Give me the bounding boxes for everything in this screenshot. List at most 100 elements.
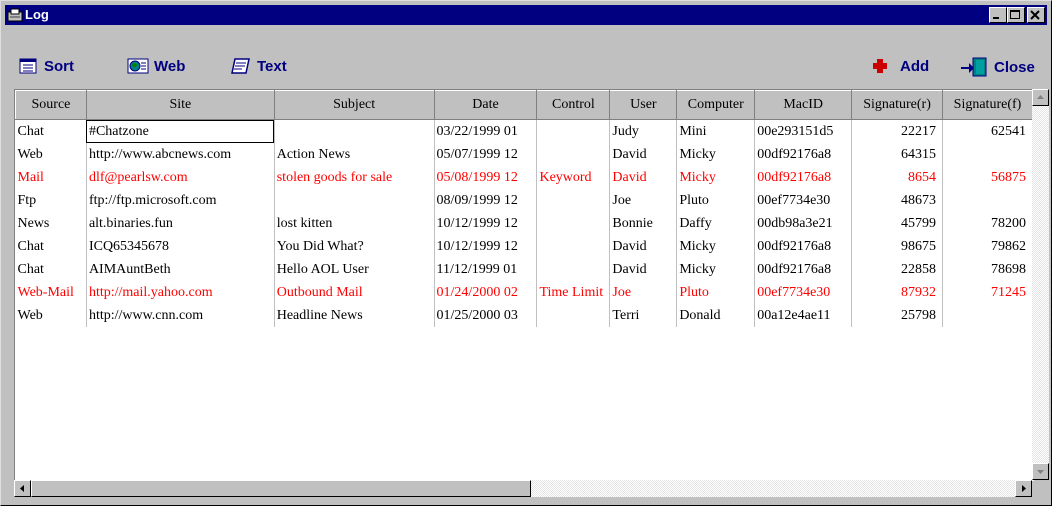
cell-subject[interactable]: You Did What? (274, 235, 435, 258)
cell-site[interactable]: #Chatzone (86, 119, 275, 143)
cell-date[interactable]: 10/12/1999 12 (434, 235, 538, 258)
column-header-signature-f[interactable]: Signature(f) (942, 90, 1033, 120)
cell-computer[interactable]: Donald (676, 304, 756, 327)
cell-user[interactable]: Terri (609, 304, 678, 327)
cell-control[interactable] (536, 119, 611, 143)
scroll-left-button[interactable] (14, 480, 31, 497)
cell-computer[interactable]: Daffy (676, 212, 756, 235)
cell-user[interactable]: David (609, 235, 678, 258)
table-row[interactable]: News alt.binaries.fun lost kitten 10/12/199… (15, 212, 1033, 235)
cell-computer[interactable]: Pluto (676, 189, 756, 212)
cell-subject[interactable]: Outbound Mail (274, 281, 435, 304)
table-row[interactable]: Web-Mail http://mail.yahoo.com Outbound Ma… (15, 281, 1033, 304)
cell-signature-f[interactable] (942, 189, 1033, 212)
cell-user[interactable]: Bonnie (609, 212, 678, 235)
cell-site[interactable]: http://www.cnn.com (86, 304, 275, 327)
cell-macid[interactable]: 00e293151d5 (754, 119, 853, 143)
cell-macid[interactable]: 00df92176a8 (754, 235, 853, 258)
cell-signature-f[interactable]: 78200 (942, 212, 1033, 235)
cell-source[interactable]: Chat (15, 119, 87, 143)
cell-subject[interactable]: Hello AOL User (274, 258, 435, 281)
cell-user[interactable]: Judy (609, 119, 678, 143)
cell-date[interactable]: 03/22/1999 01 (434, 119, 538, 143)
table-row[interactable]: Chat #Chatzone 03/22/1999 01 Judy Mini 00e293… (15, 119, 1033, 143)
column-header-control[interactable]: Control (536, 90, 611, 120)
cell-signature-r[interactable]: 45799 (851, 212, 944, 235)
cell-signature-r[interactable]: 8654 (851, 166, 944, 189)
close-window-button[interactable] (1027, 7, 1045, 23)
cell-signature-r[interactable]: 87932 (851, 281, 944, 304)
cell-signature-f[interactable]: 56875 (942, 166, 1033, 189)
column-header-signature-r[interactable]: Signature(r) (851, 90, 944, 120)
cell-source[interactable]: Web-Mail (15, 281, 87, 304)
table-row[interactable]: Ftp ftp://ftp.microsoft.com 08/09/1999 12 J… (15, 189, 1033, 212)
cell-control[interactable] (536, 235, 611, 258)
cell-subject[interactable]: lost kitten (274, 212, 435, 235)
vertical-scrollbar[interactable] (1032, 89, 1049, 480)
sort-button[interactable]: Sort (19, 57, 74, 75)
cell-macid[interactable]: 00df92176a8 (754, 166, 853, 189)
cell-user[interactable]: Joe (609, 281, 678, 304)
column-header-source[interactable]: Source (15, 90, 87, 120)
cell-site[interactable]: http://mail.yahoo.com (86, 281, 275, 304)
cell-computer[interactable]: Micky (676, 235, 756, 258)
cell-macid[interactable]: 00ef7734e30 (754, 281, 853, 304)
cell-date[interactable]: 08/09/1999 12 (434, 189, 538, 212)
minimize-button[interactable] (989, 7, 1007, 23)
cell-source[interactable]: Web (15, 304, 87, 327)
cell-site[interactable]: ftp://ftp.microsoft.com (86, 189, 275, 212)
cell-user[interactable]: David (609, 166, 678, 189)
cell-macid[interactable]: 00ef7734e30 (754, 189, 853, 212)
cell-subject[interactable]: Headline News (274, 304, 435, 327)
cell-signature-r[interactable]: 64315 (851, 143, 944, 166)
cell-control[interactable] (536, 304, 611, 327)
column-header-computer[interactable]: Computer (676, 90, 756, 120)
cell-macid[interactable]: 00db98a3e21 (754, 212, 853, 235)
table-row[interactable]: Chat AIMAuntBeth Hello AOL User 11/12/1999 … (15, 258, 1033, 281)
column-header-site[interactable]: Site (85, 90, 275, 120)
cell-site[interactable]: alt.binaries.fun (86, 212, 275, 235)
cell-signature-r[interactable]: 48673 (851, 189, 944, 212)
maximize-button[interactable] (1007, 7, 1025, 23)
cell-source[interactable]: News (15, 212, 87, 235)
cell-control[interactable] (536, 258, 611, 281)
scroll-up-button[interactable] (1032, 89, 1049, 106)
cell-signature-r[interactable]: 22858 (851, 258, 944, 281)
scroll-right-button[interactable] (1015, 480, 1032, 497)
cell-subject[interactable]: stolen goods for sale (274, 166, 435, 189)
cell-site[interactable]: dlf@pearlsw.com (86, 166, 275, 189)
cell-signature-f[interactable] (942, 143, 1033, 166)
column-header-user[interactable]: User (609, 90, 678, 120)
title-bar[interactable]: Log (5, 5, 1047, 25)
cell-date[interactable]: 10/12/1999 12 (434, 212, 538, 235)
cell-date[interactable]: 01/24/2000 02 (434, 281, 538, 304)
table-row[interactable]: Web http://www.cnn.com Headline News 01/25/… (15, 304, 1033, 327)
cell-computer[interactable]: Micky (676, 143, 756, 166)
cell-subject[interactable]: Action News (274, 143, 435, 166)
cell-subject[interactable] (274, 119, 435, 143)
table-row[interactable]: Mail dlf@pearlsw.com stolen goods for sale… (15, 166, 1033, 189)
scroll-down-button[interactable] (1032, 463, 1049, 480)
cell-control[interactable] (536, 189, 611, 212)
cell-macid[interactable]: 00a12e4ae11 (754, 304, 853, 327)
cell-control[interactable]: Keyword (536, 166, 611, 189)
cell-computer[interactable]: Micky (676, 166, 756, 189)
cell-source[interactable]: Chat (15, 258, 87, 281)
cell-signature-r[interactable]: 22217 (851, 119, 944, 143)
cell-source[interactable]: Chat (15, 235, 87, 258)
table-row[interactable]: Chat ICQ65345678 You Did What? 10/12/1999 1… (15, 235, 1033, 258)
cell-source[interactable]: Mail (15, 166, 87, 189)
cell-user[interactable]: David (609, 258, 678, 281)
cell-site[interactable]: AIMAuntBeth (86, 258, 275, 281)
cell-date[interactable]: 01/25/2000 03 (434, 304, 538, 327)
cell-signature-f[interactable] (942, 304, 1033, 327)
cell-computer[interactable]: Pluto (676, 281, 756, 304)
cell-date[interactable]: 11/12/1999 01 (434, 258, 538, 281)
cell-source[interactable]: Ftp (15, 189, 87, 212)
cell-site[interactable]: http://www.abcnews.com (86, 143, 275, 166)
close-button[interactable]: Close (959, 57, 1035, 77)
cell-signature-f[interactable]: 71245 (942, 281, 1033, 304)
cell-source[interactable]: Web (15, 143, 87, 166)
cell-date[interactable]: 05/08/1999 12 (434, 166, 538, 189)
column-header-macid[interactable]: MacID (754, 90, 853, 120)
